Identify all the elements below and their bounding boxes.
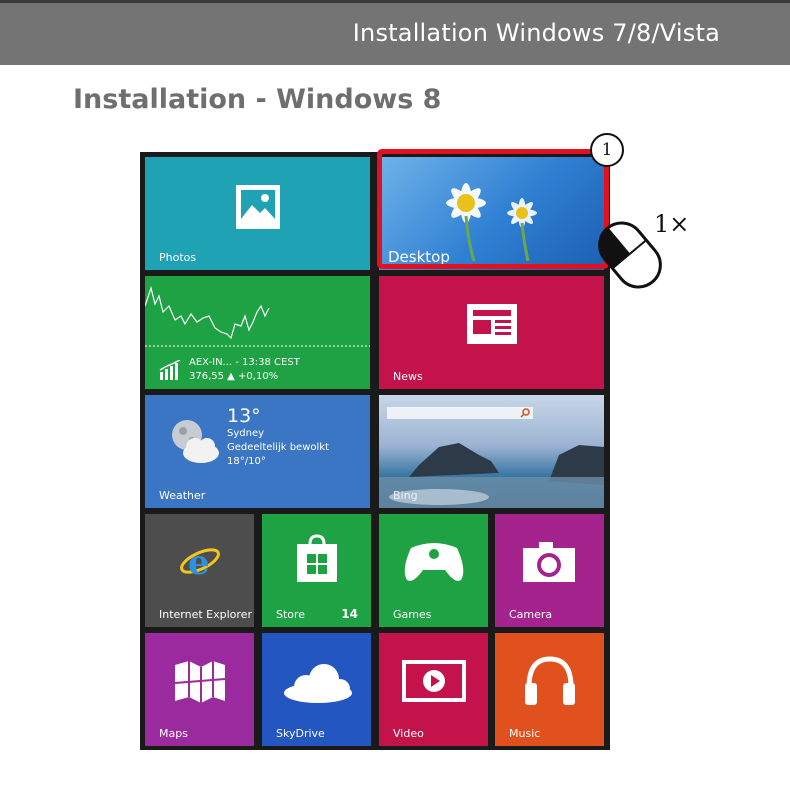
tile-camera[interactable]: Camera	[495, 514, 604, 627]
tile-skydrive[interactable]: SkyDrive	[262, 633, 371, 746]
tile-label: Maps	[159, 727, 188, 740]
partly-cloudy-icon	[172, 420, 219, 463]
tile-weather[interactable]: 13° Sydney Gedeeltelijk bewolkt 18°/10° …	[145, 395, 370, 508]
tile-label: Games	[393, 608, 432, 621]
tile-label: Bing	[393, 489, 418, 502]
page-header: Installation Windows 7/8/Vista	[0, 3, 790, 65]
store-bag-icon	[297, 534, 337, 582]
map-icon	[174, 661, 226, 703]
cloud-icon	[284, 664, 352, 703]
tile-maps[interactable]: Maps	[145, 633, 254, 746]
tile-label: Photos	[159, 251, 197, 264]
tile-store[interactable]: Store 14	[262, 514, 371, 627]
svg-text:e: e	[188, 543, 210, 582]
tile-music[interactable]: Music	[495, 633, 604, 746]
tile-label: News	[393, 370, 423, 383]
tile-finance[interactable]: AEX-IN... - 13:38 CEST 376,55 ▲ +0,10%	[145, 276, 370, 389]
camera-icon	[523, 542, 575, 582]
step-number-callout: 1	[590, 133, 624, 167]
search-icon	[520, 408, 530, 418]
game-controller-icon	[404, 543, 464, 581]
video-play-icon	[402, 660, 466, 702]
stock-quote: AEX-IN... - 13:38 CEST 376,55 ▲ +0,10%	[189, 356, 300, 384]
tile-label: Music	[509, 727, 541, 740]
click-count-label: 1×	[654, 210, 690, 238]
weather-range: 18°/10°	[227, 456, 266, 467]
tile-bing[interactable]: Bing	[379, 395, 604, 508]
weather-city: Sydney	[227, 428, 265, 439]
stock-value-line: 376,55 ▲ +0,10%	[189, 371, 279, 382]
photos-icon	[236, 185, 280, 229]
tile-label: Internet Explorer	[159, 608, 252, 621]
header-title: Installation Windows 7/8/Vista	[352, 19, 720, 47]
headphones-icon	[525, 656, 575, 705]
weather-info: 13° Sydney Gedeeltelijk bewolkt 18°/10°	[227, 405, 329, 469]
tile-label: SkyDrive	[276, 727, 325, 740]
tile-photos[interactable]: Photos	[145, 157, 370, 270]
tile-label: Weather	[159, 489, 206, 502]
store-update-count: 14	[341, 607, 358, 621]
tile-label: Video	[393, 727, 424, 740]
internet-explorer-icon: e	[180, 543, 220, 582]
stock-graph-icon	[145, 285, 370, 347]
tile-news[interactable]: News	[379, 276, 604, 389]
desktop-tile-highlight	[377, 149, 609, 269]
stock-index-line: AEX-IN... - 13:38 CEST	[189, 357, 300, 368]
newspaper-icon	[467, 304, 517, 344]
tile-video[interactable]: Video	[379, 633, 488, 746]
tile-label: Store	[276, 608, 306, 621]
bar-chart-icon	[159, 360, 181, 380]
section-title: Installation - Windows 8	[73, 84, 442, 115]
weather-condition: Gedeeltelijk bewolkt	[227, 442, 329, 453]
tile-games[interactable]: Games	[379, 514, 488, 627]
weather-temperature: 13°	[227, 405, 261, 427]
tile-label: Camera	[509, 608, 553, 621]
tile-internet-explorer[interactable]: e Internet Explorer	[145, 514, 254, 627]
bing-search-box	[387, 407, 533, 419]
